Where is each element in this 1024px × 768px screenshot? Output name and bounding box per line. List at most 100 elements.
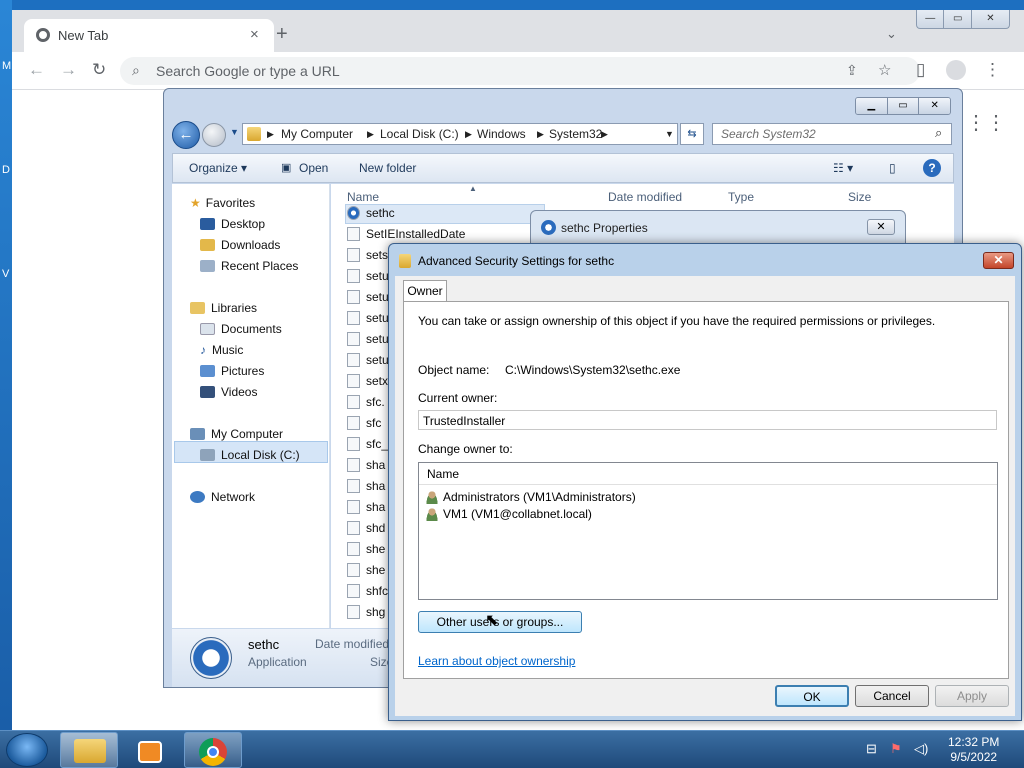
omnibox[interactable]: ⌕ Search Google or type a URL ⇪ ☆ (120, 57, 920, 85)
explorer-search-input[interactable]: Search System32 ⌕ (712, 123, 952, 145)
breadcrumb-local-disk[interactable]: Local Disk (C:) (380, 127, 459, 141)
column-name[interactable]: Name (347, 190, 379, 204)
file-name: setu (366, 311, 389, 325)
side-panel-icon[interactable]: ▯ (916, 61, 925, 79)
explorer-minimize-button[interactable]: ▁ (856, 98, 888, 114)
apply-button: Apply (935, 685, 1009, 707)
nav-local-disk[interactable]: Local Disk (C:) (200, 448, 300, 462)
file-row[interactable]: she (347, 542, 385, 556)
list-item-administrators[interactable]: Administrators (VM1\Administrators) (425, 490, 636, 504)
file-row[interactable]: sha (347, 500, 385, 514)
file-row[interactable]: setu (347, 311, 389, 325)
share-icon[interactable]: ⇪ (846, 62, 858, 79)
forward-icon[interactable]: → (60, 61, 77, 79)
breadcrumb-windows[interactable]: Windows (477, 127, 526, 141)
address-dropdown-icon[interactable]: ▼ (665, 129, 674, 139)
taskbar-media-player[interactable] (122, 732, 180, 768)
view-options-icon[interactable]: ☷ ▾ (833, 161, 853, 175)
menu-kebab-icon[interactable]: ⋮ (984, 61, 1001, 79)
tab-new-tab[interactable]: New Tab × (24, 19, 274, 52)
reload-icon[interactable]: ↻ (92, 61, 106, 79)
back-button[interactable]: ← (172, 121, 200, 149)
tab-title: New Tab (58, 28, 109, 43)
other-users-groups-button[interactable]: Other users or groups... (418, 611, 582, 633)
new-tab-button[interactable]: + (276, 24, 288, 44)
explorer-close-button[interactable]: ✕ (919, 98, 950, 114)
column-date-modified[interactable]: Date modified (608, 190, 682, 204)
nav-pictures[interactable]: Pictures (200, 364, 264, 378)
breadcrumb-my-computer[interactable]: My Computer (281, 127, 353, 141)
ok-button[interactable]: OK (775, 685, 849, 707)
command-bar: Organize ▾ ▣ Open New folder ☷ ▾ ▯ ? (172, 153, 954, 183)
file-row[interactable]: SetIEInstalledDate (347, 227, 465, 241)
file-name: sha (366, 500, 386, 514)
list-column-name[interactable]: Name (419, 463, 997, 485)
volume-icon[interactable]: ◁) (914, 741, 928, 757)
column-size[interactable]: Size (848, 190, 871, 204)
nav-network[interactable]: Network (190, 490, 255, 504)
taskbar-explorer[interactable] (60, 732, 118, 768)
new-folder-button[interactable]: New folder (359, 161, 416, 175)
file-row[interactable]: sha (347, 458, 385, 472)
tab-owner[interactable]: Owner (403, 280, 447, 302)
nav-recent-places[interactable]: Recent Places (200, 259, 298, 273)
dialog-close-button[interactable]: ✕ (983, 252, 1014, 269)
preview-pane-icon[interactable]: ▯ (889, 161, 896, 175)
file-row[interactable]: sets (347, 248, 388, 262)
close-button[interactable]: ✕ (972, 10, 1009, 28)
back-icon[interactable]: ← (28, 61, 45, 79)
bookmark-star-icon[interactable]: ☆ (878, 61, 891, 79)
taskbar-chrome[interactable] (184, 732, 242, 768)
file-name: she (366, 542, 386, 556)
learn-ownership-link[interactable]: Learn about object ownership (418, 654, 575, 668)
help-icon[interactable]: ? (923, 159, 941, 177)
file-row[interactable]: setx (347, 374, 388, 388)
profile-avatar[interactable] (946, 60, 966, 80)
nav-videos[interactable]: Videos (200, 385, 257, 399)
file-row[interactable]: setu (347, 290, 389, 304)
apps-grid-icon[interactable]: ⋮⋮ (966, 110, 1006, 135)
properties-close-button[interactable]: ✕ (867, 219, 895, 235)
nav-favorites[interactable]: ★ Favorites (190, 196, 255, 210)
file-row[interactable]: sethc (347, 206, 395, 220)
clock[interactable]: 12:32 PM 9/5/2022 (948, 735, 999, 765)
tab-close-icon[interactable]: × (250, 26, 259, 43)
column-type[interactable]: Type (728, 190, 754, 204)
network-tray-icon[interactable]: ⊟ (866, 741, 877, 757)
maximize-button[interactable]: ▭ (944, 10, 972, 28)
file-row[interactable]: setu (347, 353, 389, 367)
organize-button[interactable]: Organize ▾ (189, 161, 247, 175)
owner-listbox[interactable]: Name Administrators (VM1\Administrators)… (418, 462, 998, 600)
open-button[interactable]: Open (299, 161, 328, 175)
action-center-icon[interactable]: ⚑ (890, 741, 902, 757)
explorer-maximize-button[interactable]: ▭ (887, 98, 920, 114)
address-bar[interactable]: ▶ My Computer ▶ Local Disk (C:) ▶ Window… (242, 123, 678, 145)
nav-desktop[interactable]: Desktop (200, 217, 265, 231)
refresh-icon[interactable]: ⇆ (680, 123, 704, 145)
file-row[interactable]: sfc (347, 416, 381, 430)
nav-downloads[interactable]: Downloads (200, 238, 280, 252)
minimize-button[interactable]: — (917, 10, 945, 28)
tab-search-icon[interactable]: ⌄ (886, 26, 897, 42)
nav-my-computer[interactable]: My Computer (190, 427, 283, 441)
file-row[interactable]: sfc_ (347, 437, 388, 451)
file-row[interactable]: shg (347, 605, 385, 619)
start-button[interactable] (6, 733, 48, 767)
file-row[interactable]: sha (347, 479, 385, 493)
file-row[interactable]: she (347, 563, 385, 577)
recent-pages-icon[interactable]: ▼ (230, 127, 239, 137)
forward-button[interactable] (202, 123, 226, 147)
nav-libraries[interactable]: Libraries (190, 301, 257, 315)
file-name: setx (366, 374, 389, 388)
file-row[interactable]: setu (347, 332, 389, 346)
nav-music[interactable]: ♪ Music (200, 343, 243, 357)
cancel-button[interactable]: Cancel (855, 685, 929, 707)
file-row[interactable]: shfc (347, 584, 388, 598)
file-row[interactable]: shd (347, 521, 385, 535)
list-item-vm1[interactable]: VM1 (VM1@collabnet.local) (425, 507, 592, 521)
nav-documents[interactable]: Documents (200, 322, 282, 336)
dialog-title: Advanced Security Settings for sethc (418, 254, 615, 268)
breadcrumb-system32[interactable]: System32 (549, 127, 602, 141)
file-row[interactable]: setu (347, 269, 389, 283)
file-row[interactable]: sfc. (347, 395, 385, 409)
